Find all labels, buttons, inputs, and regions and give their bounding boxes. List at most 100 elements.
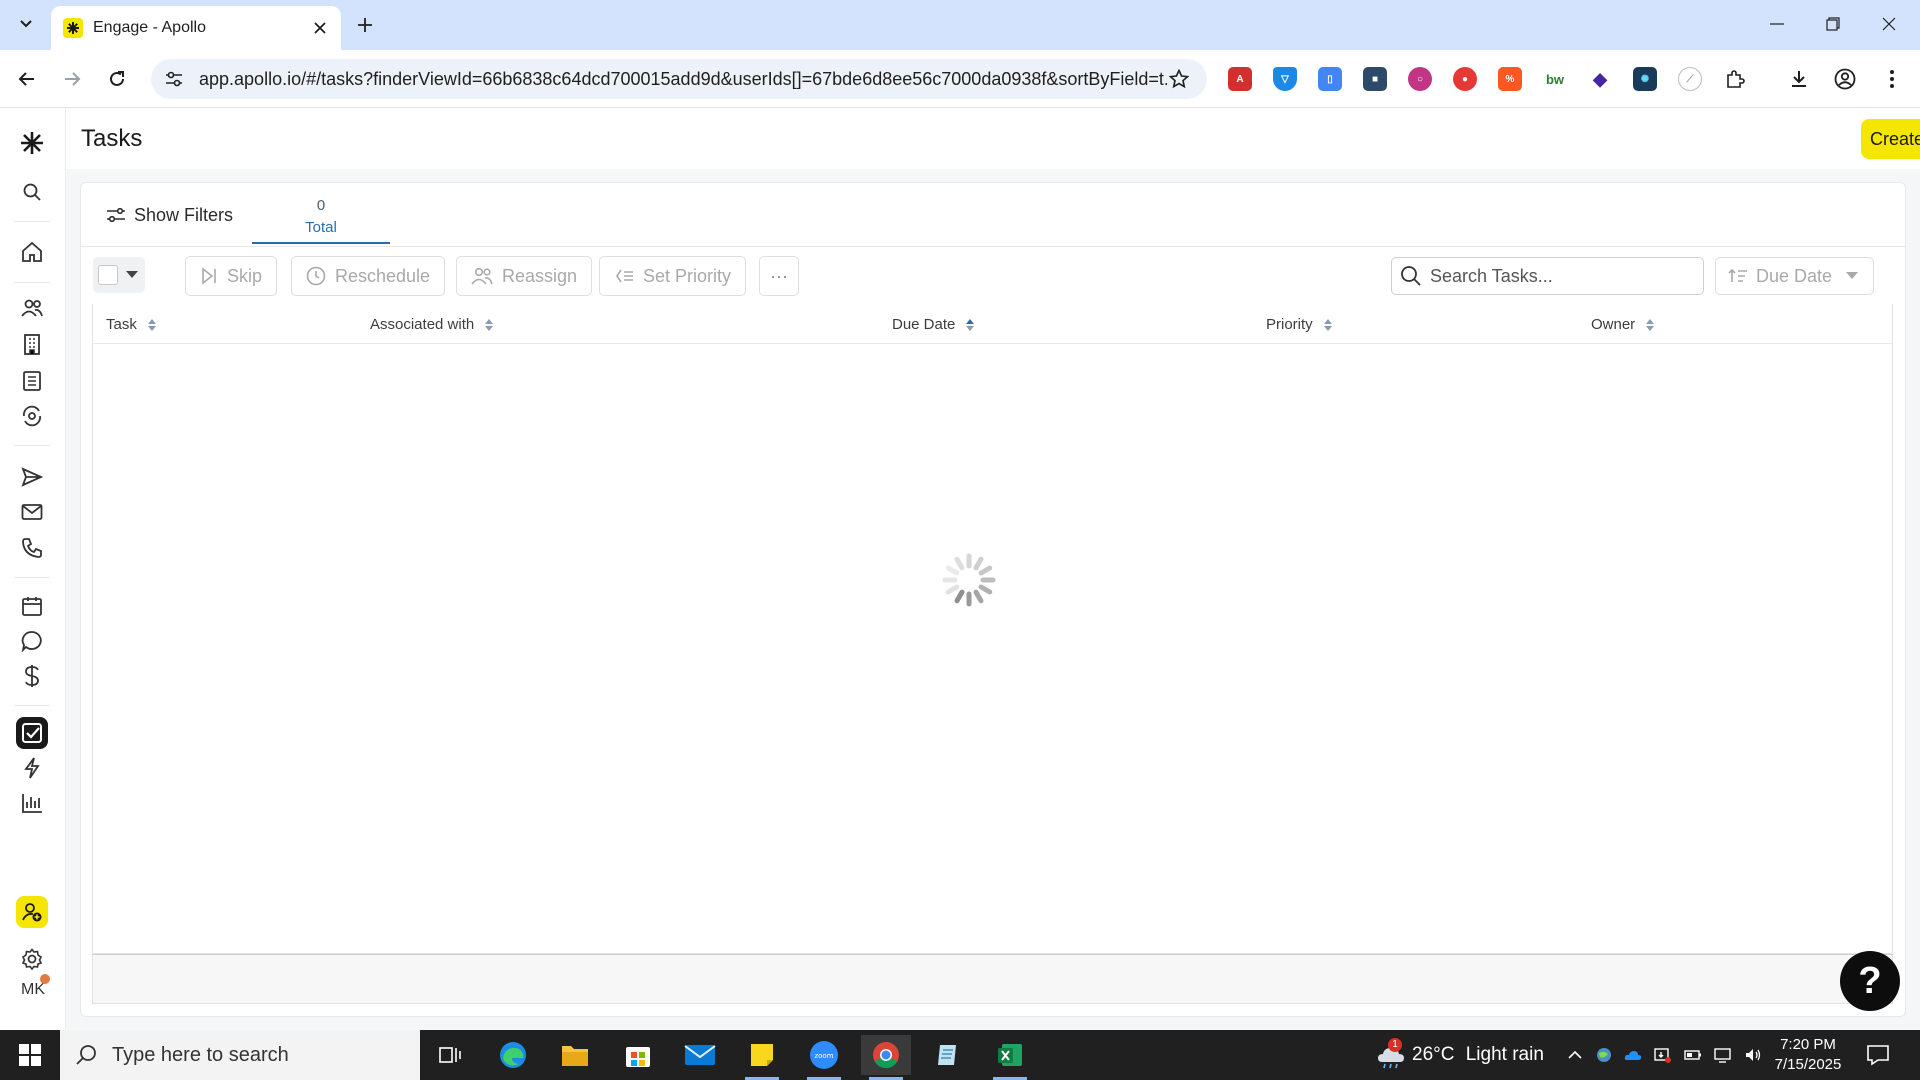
sort-by-dropdown[interactable]: Due Date <box>1715 257 1874 295</box>
search-tasks-input[interactable] <box>1430 265 1700 287</box>
restore-button[interactable] <box>1810 6 1856 42</box>
column-header-priority[interactable]: Priority <box>1266 316 1333 333</box>
search-tasks-box[interactable] <box>1391 257 1704 295</box>
tasks-icon[interactable] <box>16 717 48 749</box>
search-icon[interactable] <box>16 176 48 208</box>
onedrive-cloud-icon[interactable] <box>1624 1046 1642 1064</box>
compass-extension-icon[interactable]: ⟋ <box>1678 67 1702 91</box>
menu-kebab-icon[interactable] <box>1880 67 1904 91</box>
close-tab-icon[interactable] <box>309 17 331 39</box>
chat-icon[interactable] <box>16 625 48 657</box>
dollar-icon[interactable] <box>16 660 48 692</box>
people-icon[interactable] <box>16 292 48 324</box>
help-button[interactable]: ? <box>1840 951 1900 1011</box>
download-icon[interactable] <box>1787 67 1811 91</box>
phone-icon[interactable] <box>16 532 48 564</box>
close-window-button[interactable] <box>1866 6 1912 42</box>
skip-label: Skip <box>227 265 263 286</box>
select-all-checkbox[interactable] <box>98 265 118 285</box>
excel-app-icon[interactable] <box>985 1035 1035 1080</box>
sort-arrows-icon <box>485 318 494 331</box>
reschedule-button[interactable]: Reschedule <box>291 256 446 296</box>
react-extension-icon[interactable]: ✺ <box>1633 67 1657 91</box>
column-header-task[interactable]: Task <box>106 316 157 333</box>
globe-tray-icon[interactable] <box>1595 1046 1613 1064</box>
zoom-app-icon[interactable]: zoom <box>799 1035 849 1080</box>
shield-extension-icon[interactable]: ▽ <box>1273 67 1297 91</box>
puzzle-extensions-icon[interactable] <box>1723 67 1747 91</box>
mail-app-icon[interactable] <box>675 1035 725 1075</box>
chrome-browser-icon[interactable] <box>861 1035 911 1080</box>
plus-icon <box>358 18 372 32</box>
sort-arrows-active-icon <box>966 318 975 331</box>
show-filters-button[interactable]: Show Filters <box>93 196 246 234</box>
send-icon[interactable] <box>16 461 48 493</box>
docs-extension-icon[interactable]: ▯ <box>1318 67 1342 91</box>
profile-icon[interactable] <box>1833 67 1857 91</box>
site-info-icon[interactable] <box>163 68 185 90</box>
building-icon[interactable] <box>16 328 48 360</box>
column-label: Due Date <box>892 316 956 333</box>
mail-icon[interactable] <box>16 496 48 528</box>
weather-widget[interactable]: 26°C Light rain <box>1412 1044 1544 1066</box>
eye-refresh-icon[interactable] <box>16 400 48 432</box>
task-view-icon[interactable] <box>425 1035 475 1075</box>
column-header-due-date[interactable]: Due Date <box>892 316 975 333</box>
list-icon[interactable] <box>16 365 48 397</box>
add-user-icon[interactable] <box>16 896 48 928</box>
notepad-app-icon[interactable] <box>923 1035 973 1075</box>
column-header-associated[interactable]: Associated with <box>370 316 494 333</box>
sort-arrows-icon <box>1646 318 1655 331</box>
network-status-icon[interactable] <box>1654 1046 1672 1064</box>
browser-tab-active[interactable]: Engage - Apollo <box>51 6 341 50</box>
new-tab-button[interactable] <box>350 10 380 40</box>
forward-button[interactable] <box>55 62 89 96</box>
column-header-owner[interactable]: Owner <box>1591 316 1655 333</box>
minimize-button[interactable] <box>1754 6 1800 42</box>
address-bar[interactable]: app.apollo.io/#/tasks?finderViewId=66b68… <box>151 59 1207 99</box>
set-priority-button[interactable]: Set Priority <box>599 256 747 296</box>
ms-store-icon[interactable] <box>613 1035 663 1075</box>
priority-list-icon <box>616 269 633 283</box>
percent-extension-icon[interactable]: % <box>1498 67 1522 91</box>
arrow-right-icon <box>65 72 81 86</box>
pokeball-extension-icon[interactable]: ● <box>1453 67 1477 91</box>
svg-text:zoom: zoom <box>814 1052 833 1060</box>
tab-search-button[interactable] <box>8 9 44 39</box>
weather-badge: 1 <box>1388 1038 1402 1052</box>
bookmark-star-icon[interactable] <box>1167 67 1191 91</box>
diamond-extension-icon[interactable]: ◆ <box>1588 67 1612 91</box>
battery-icon[interactable] <box>1684 1046 1702 1064</box>
calendar-icon[interactable] <box>16 590 48 622</box>
notification-center-icon[interactable] <box>1866 1044 1890 1066</box>
edge-browser-icon[interactable] <box>488 1035 538 1075</box>
sticky-notes-icon[interactable] <box>737 1035 787 1080</box>
circle-extension-icon[interactable]: ○ <box>1408 67 1432 91</box>
apollo-logo-icon[interactable] <box>16 127 48 159</box>
column-label: Associated with <box>370 316 475 333</box>
start-button[interactable] <box>0 1030 60 1080</box>
file-explorer-icon[interactable] <box>550 1035 600 1075</box>
back-button[interactable] <box>10 62 44 96</box>
gear-icon[interactable] <box>16 943 48 975</box>
wifi-monitor-icon[interactable] <box>1714 1046 1732 1064</box>
taskbar-search-box[interactable]: Type here to search <box>60 1030 420 1080</box>
volume-icon[interactable] <box>1744 1046 1762 1064</box>
lightning-icon[interactable] <box>16 752 48 784</box>
system-clock[interactable]: 7:20 PM 7/15/2025 <box>1768 1035 1848 1075</box>
reassign-button[interactable]: Reassign <box>456 256 593 296</box>
more-actions-button[interactable]: ··· <box>759 256 799 296</box>
home-icon[interactable] <box>16 236 48 268</box>
tab-total[interactable]: 0 Total <box>252 188 390 244</box>
reload-button[interactable] <box>100 62 134 96</box>
tray-chevron-up-icon[interactable] <box>1566 1046 1584 1064</box>
bw-extension-icon[interactable]: bw <box>1543 67 1567 91</box>
bar-chart-icon[interactable] <box>16 787 48 819</box>
skip-button[interactable]: Skip <box>185 256 278 296</box>
select-all-dropdown[interactable] <box>93 257 145 293</box>
sidebar-divider <box>14 705 50 706</box>
create-task-button[interactable]: Create task <box>1861 119 1920 159</box>
total-count: 0 <box>316 197 326 214</box>
video-extension-icon[interactable]: ■ <box>1363 67 1387 91</box>
pdf-extension-icon[interactable]: A <box>1228 67 1252 91</box>
